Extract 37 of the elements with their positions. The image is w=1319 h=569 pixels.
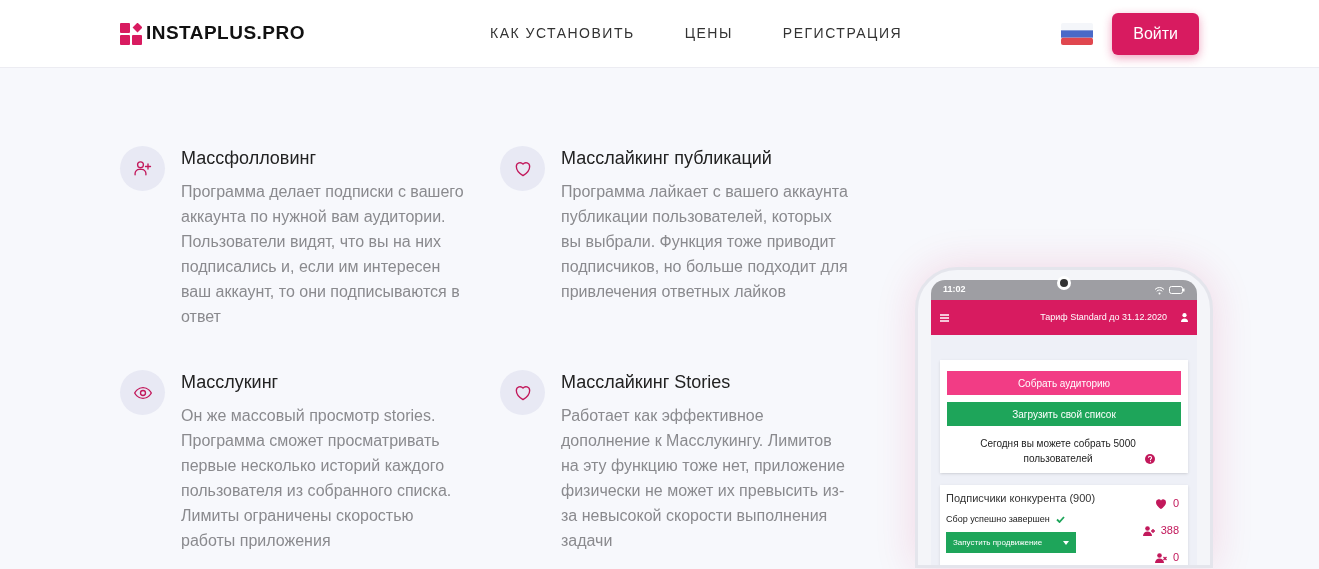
- feature-description: Программа делает подписки с вашего аккаунта по нужной вам аудитории. Пользователи видят, что вы на них подписались и, если им интересен ваш аккаунт, то они подписываются в ответ: [181, 182, 465, 327]
- feature-description: Он же массовый просмотр stories. Программа сможет просматривать первые несколько историй каждого пользователя из собранного списка. Лимиты ограничены скоростью работы приложения: [181, 406, 453, 551]
- plan-text: Тариф Standard до 31.12.2020: [1040, 310, 1167, 324]
- stat-count: 388: [1160, 522, 1179, 538]
- task-status: Сбор успешно завершен: [946, 512, 1050, 526]
- login-button[interactable]: Войти: [1112, 12, 1199, 55]
- battery-icon: [1169, 286, 1185, 294]
- user-icon[interactable]: [1181, 313, 1188, 322]
- user-plus-icon: [1142, 524, 1155, 536]
- feature-title: Масслайкинг Stories: [561, 371, 732, 394]
- nav-link[interactable]: ЦЕНЫ: [684, 23, 733, 44]
- stat-count: 0: [1172, 549, 1179, 565]
- user-remove-icon: [1154, 551, 1167, 563]
- logo-icon: [120, 22, 142, 45]
- camera-icon: [1057, 276, 1071, 290]
- menu-icon[interactable]: [940, 313, 949, 322]
- upload-list-button[interactable]: Загрузить свой список: [947, 402, 1181, 426]
- task-title: Подписчики конкурента (900): [946, 491, 1096, 506]
- logo-text: INSTAPLUS.PRO: [146, 21, 305, 46]
- wifi-icon: [1154, 285, 1165, 295]
- feature-title: Масслукинг: [181, 371, 280, 394]
- caret-icon: [1063, 540, 1069, 545]
- feature-title: Массфолловинг: [181, 147, 317, 170]
- status-time: 11:02: [943, 283, 966, 297]
- russia-flag-icon[interactable]: [1061, 22, 1094, 45]
- check-icon: [1055, 515, 1065, 523]
- nav-link[interactable]: РЕГИСТРАЦИЯ: [782, 23, 903, 44]
- feature-title: Масслайкинг публикаций: [561, 147, 773, 170]
- heart-icon: [1154, 497, 1167, 509]
- today-limit-text: Сегодня вы можете собрать 5000 пользователей: [979, 437, 1137, 466]
- feature-description: Программа лайкает с вашего аккаунта публикации пользователей, которых вы выбрали. Функция тоже приводит подписчиков, но больше подходит для привлечения ответных лайков: [561, 182, 849, 302]
- stat-count: 0: [1172, 495, 1179, 511]
- nav-link[interactable]: КАК УСТАНОВИТЬ: [490, 23, 635, 44]
- start-promotion-button[interactable]: Запустить продвижение: [946, 532, 1076, 553]
- help-icon[interactable]: [1145, 454, 1155, 464]
- collect-audience-button[interactable]: Собрать аудиторию: [947, 371, 1181, 395]
- feature-description: Работает как эффективное дополнение к Масслукингу. Лимитов на эту функцию тоже нет, приложение физически не может их превысить из-за невысокой скорости выполнения задачи: [561, 406, 846, 551]
